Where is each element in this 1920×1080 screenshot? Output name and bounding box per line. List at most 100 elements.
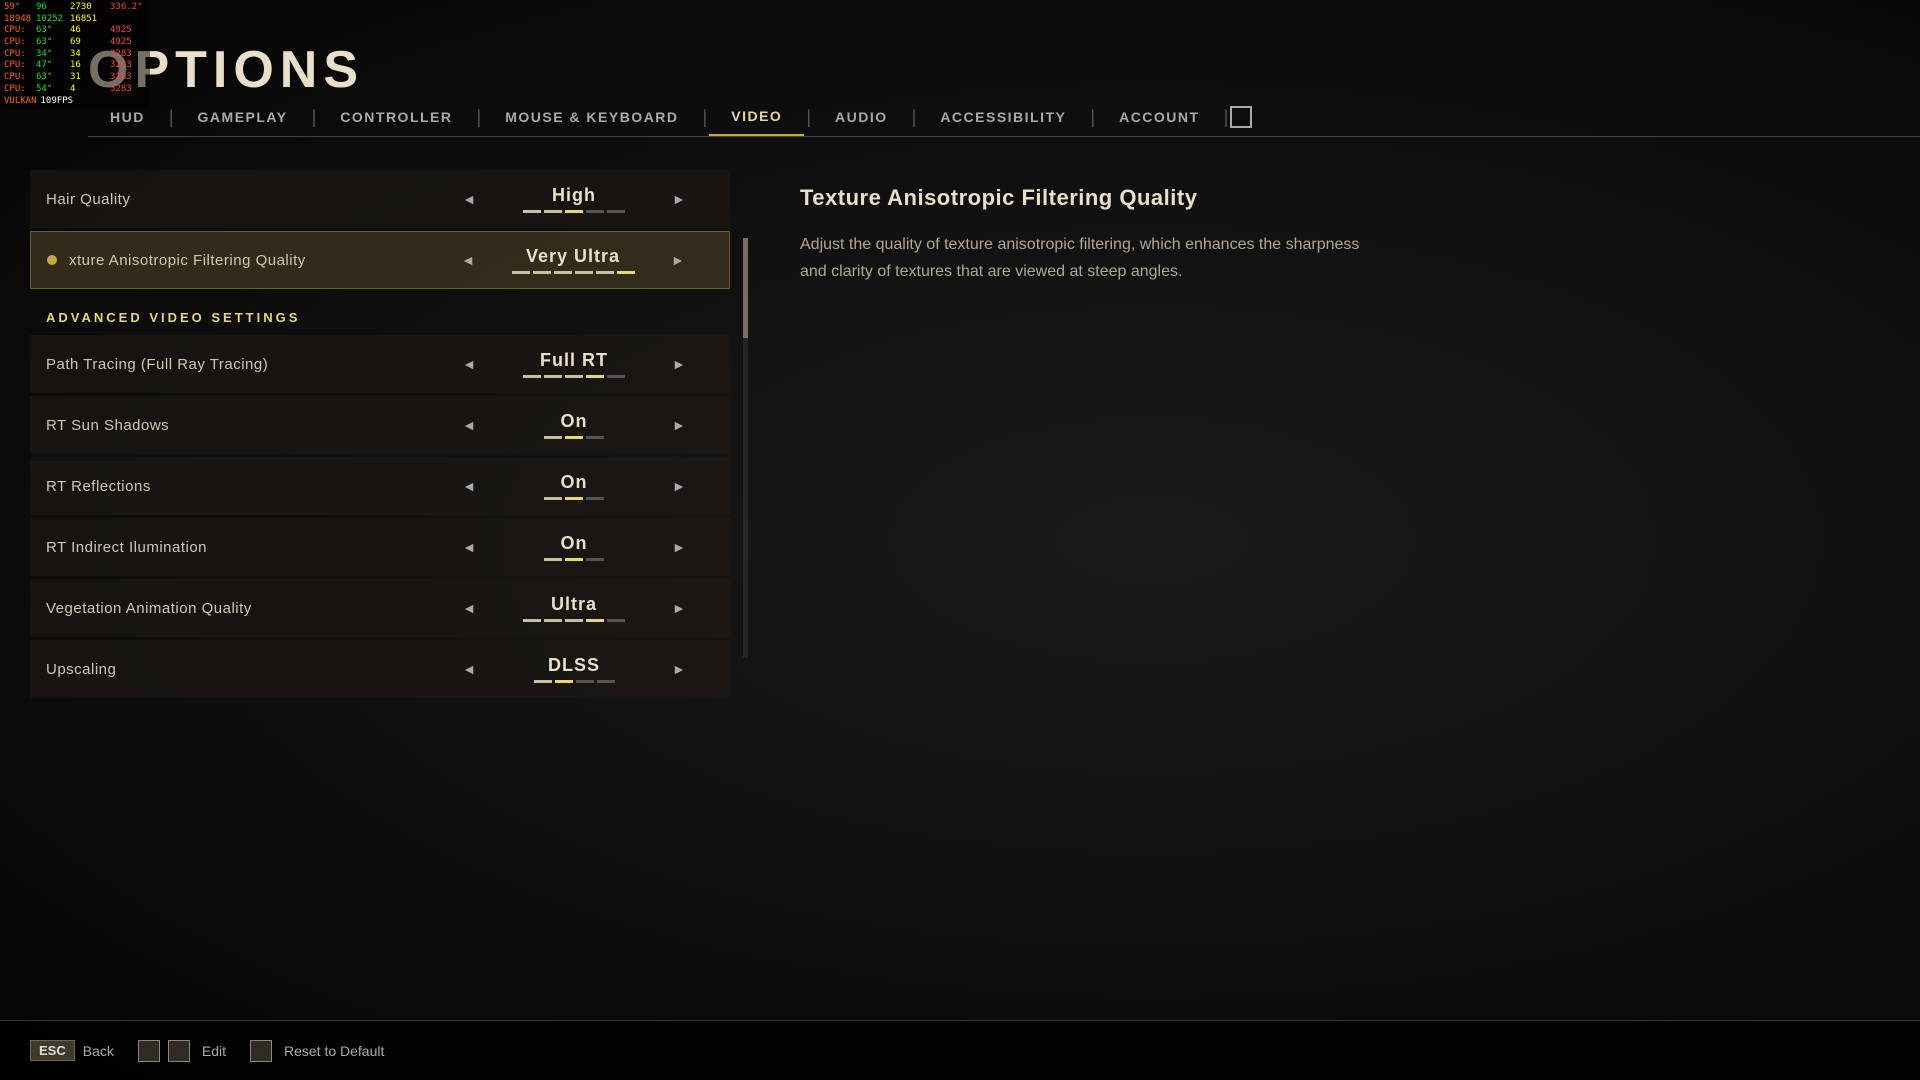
hair-quality-value-container: High [494,185,654,213]
texture-aniso-value-container: Very Ultra [493,246,653,274]
upscaling-left[interactable]: ◄ [454,657,484,681]
nav-sep-2: | [310,107,319,128]
nav-sep-7: | [1088,107,1097,128]
setting-control-texture-aniso: ◄ Very Ultra ► [433,246,713,274]
bottom-bar: ESC Back Edit Reset to Default [0,1020,1920,1080]
bar-seg [555,680,573,683]
tab-video[interactable]: VIDEO [709,98,804,136]
vegetation-left[interactable]: ◄ [454,596,484,620]
tab-account[interactable]: ACCOUNT [1097,99,1222,135]
scrollbar-thumb[interactable] [743,238,748,338]
texture-aniso-right[interactable]: ► [663,248,693,272]
nav-sep-3: | [475,107,484,128]
hint-edit: Edit [138,1040,226,1062]
bar-seg [512,271,530,274]
bar-seg [544,619,562,622]
texture-aniso-bar [512,271,635,274]
nav-tabs: HUD | GAMEPLAY | CONTROLLER | MOUSE & KE… [88,98,1920,137]
info-title: Texture Anisotropic Filtering Quality [800,185,1880,211]
setting-control-rt-indirect: ◄ On ► [434,533,714,561]
setting-control-rt-reflections: ◄ On ► [434,472,714,500]
nav-sep-8: | [1222,107,1231,128]
bar-seg [544,497,562,500]
rt-indirect-value: On [561,533,588,554]
hair-quality-right[interactable]: ► [664,187,694,211]
rt-reflections-left[interactable]: ◄ [454,474,484,498]
setting-row-upscaling[interactable]: Upscaling ◄ DLSS ► [30,640,730,698]
perf-overlay: 59° 96 2730 336.2° 18948 10252 16851 CPU… [0,0,150,109]
rt-indirect-left[interactable]: ◄ [454,535,484,559]
path-tracing-left[interactable]: ◄ [454,352,484,376]
bar-seg [565,619,583,622]
rt-sun-shadows-value: On [561,411,588,432]
bar-seg [523,375,541,378]
upscaling-value-container: DLSS [494,655,654,683]
nav-sep-1: | [167,107,176,128]
selected-bullet [47,255,57,265]
tab-mouse-keyboard[interactable]: MOUSE & KEYBOARD [483,99,700,135]
bar-seg [534,680,552,683]
setting-row-rt-indirect[interactable]: RT Indirect Ilumination ◄ On ► [30,518,730,576]
path-tracing-value-container: Full RT [494,350,654,378]
bar-seg [565,375,583,378]
rt-sun-shadows-value-container: On [494,411,654,439]
setting-control-hair-quality: ◄ High ► [434,185,714,213]
path-tracing-value: Full RT [540,350,608,371]
setting-row-rt-sun-shadows[interactable]: RT Sun Shadows ◄ On ► [30,396,730,454]
tab-accessibility[interactable]: ACCESSIBILITY [918,99,1088,135]
bar-seg [617,271,635,274]
upscaling-value: DLSS [548,655,600,676]
texture-aniso-left[interactable]: ◄ [453,248,483,272]
settings-panel: Hair Quality ◄ High ► xtur [0,155,760,1080]
rt-indirect-value-container: On [494,533,654,561]
rt-sun-shadows-bar [544,436,604,439]
bar-seg [544,436,562,439]
bar-seg [607,619,625,622]
setting-row-hair-quality[interactable]: Hair Quality ◄ High ► [30,170,730,228]
rt-sun-shadows-left[interactable]: ◄ [454,413,484,437]
rt-sun-shadows-right[interactable]: ► [664,413,694,437]
rt-reflections-bar [544,497,604,500]
setting-row-texture-aniso[interactable]: xture Anisotropic Filtering Quality ◄ Ve… [30,231,730,289]
hair-quality-value: High [552,185,596,206]
hair-quality-left[interactable]: ◄ [454,187,484,211]
setting-name-hair-quality: Hair Quality [46,191,434,208]
back-label: Back [83,1043,114,1059]
setting-name-path-tracing: Path Tracing (Full Ray Tracing) [46,356,434,373]
tab-gameplay[interactable]: GAMEPLAY [176,99,310,135]
texture-aniso-value: Very Ultra [526,246,620,267]
edit-label: Edit [202,1043,226,1059]
setting-row-path-tracing[interactable]: Path Tracing (Full Ray Tracing) ◄ Full R… [30,335,730,393]
bar-seg [544,558,562,561]
bar-seg [576,680,594,683]
setting-control-rt-sun-shadows: ◄ On ► [434,411,714,439]
rt-reflections-value: On [561,472,588,493]
tab-controller[interactable]: CONTROLLER [318,99,474,135]
setting-name-rt-reflections: RT Reflections [46,478,434,495]
setting-control-path-tracing: ◄ Full RT ► [434,350,714,378]
setting-row-vegetation[interactable]: Vegetation Animation Quality ◄ Ultra ► [30,579,730,637]
bar-seg [586,436,604,439]
path-tracing-right[interactable]: ► [664,352,694,376]
nav-icon-button[interactable] [1230,106,1252,128]
scrollbar-track [743,238,748,658]
rt-indirect-right[interactable]: ► [664,535,694,559]
rt-reflections-value-container: On [494,472,654,500]
bar-seg [607,210,625,213]
setting-name-texture-aniso: xture Anisotropic Filtering Quality [69,252,433,269]
edit-key-badge [138,1040,160,1062]
upscaling-right[interactable]: ► [664,657,694,681]
setting-row-rt-reflections[interactable]: RT Reflections ◄ On ► [30,457,730,515]
nav-sep-5: | [804,107,813,128]
rt-reflections-right[interactable]: ► [664,474,694,498]
bar-seg [565,558,583,561]
vegetation-value-container: Ultra [494,594,654,622]
bar-seg [544,210,562,213]
hint-back: ESC Back [30,1040,114,1061]
edit-key-badge2 [168,1040,190,1062]
setting-name-rt-sun-shadows: RT Sun Shadows [46,417,434,434]
bar-seg [586,558,604,561]
bar-seg [596,271,614,274]
tab-audio[interactable]: AUDIO [813,99,910,135]
vegetation-right[interactable]: ► [664,596,694,620]
